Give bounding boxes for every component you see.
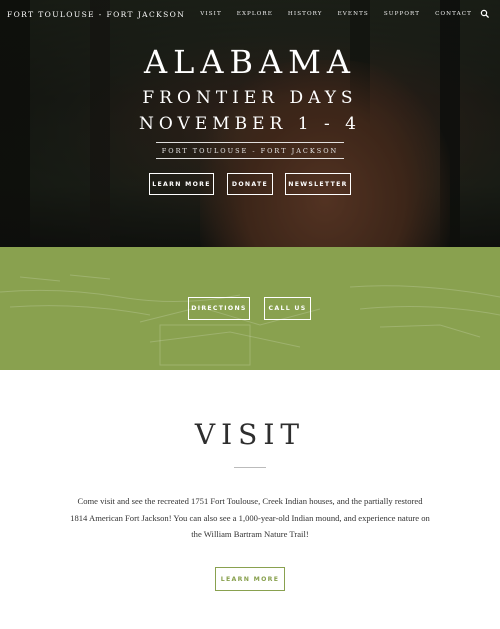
newsletter-button[interactable]: NEWSLETTER bbox=[285, 173, 351, 195]
visit-description: Come visit and see the recreated 1751 Fo… bbox=[70, 496, 430, 539]
hero-subtitle: FRONTIER DAYS bbox=[142, 88, 358, 108]
nav-item-support[interactable]: SUPPORT bbox=[384, 11, 420, 17]
visit-divider bbox=[234, 467, 266, 468]
visit-heading: VISIT bbox=[194, 418, 306, 451]
directions-button[interactable]: DIRECTIONS bbox=[188, 297, 250, 320]
nav-menu: VISIT EXPLORE HISTORY EVENTS SUPPORT CON… bbox=[200, 11, 472, 17]
visit-learn-more-button[interactable]: LEARN MORE bbox=[215, 567, 285, 591]
action-band bbox=[0, 247, 500, 370]
hero-divider-top bbox=[156, 142, 344, 143]
hero-divider-bottom bbox=[156, 158, 344, 159]
historic-map-background bbox=[0, 274, 500, 366]
hero-location: FORT TOULOUSE - FORT JACKSON bbox=[161, 147, 339, 155]
nav-item-events[interactable]: EVENTS bbox=[338, 11, 369, 17]
nav-item-visit[interactable]: VISIT bbox=[200, 11, 222, 17]
search-icon[interactable] bbox=[480, 9, 490, 19]
top-navigation: FORT TOULOUSE - FORT JACKSON VISIT EXPLO… bbox=[0, 0, 500, 28]
hero-section: FORT TOULOUSE - FORT JACKSON VISIT EXPLO… bbox=[0, 0, 500, 247]
hero-title: ALABAMA bbox=[144, 43, 356, 81]
visit-section: VISIT Come visit and see the recreated 1… bbox=[0, 370, 500, 629]
site-brand[interactable]: FORT TOULOUSE - FORT JACKSON bbox=[7, 10, 185, 19]
donate-button[interactable]: DONATE bbox=[227, 173, 273, 195]
nav-item-contact[interactable]: CONTACT bbox=[435, 11, 472, 17]
learn-more-button[interactable]: LEARN MORE bbox=[149, 173, 214, 195]
nav-item-explore[interactable]: EXPLORE bbox=[237, 11, 273, 17]
call-us-button[interactable]: CALL US bbox=[264, 297, 311, 320]
nav-item-history[interactable]: HISTORY bbox=[288, 11, 323, 17]
hero-date: NOVEMBER 1 - 4 bbox=[139, 114, 361, 134]
